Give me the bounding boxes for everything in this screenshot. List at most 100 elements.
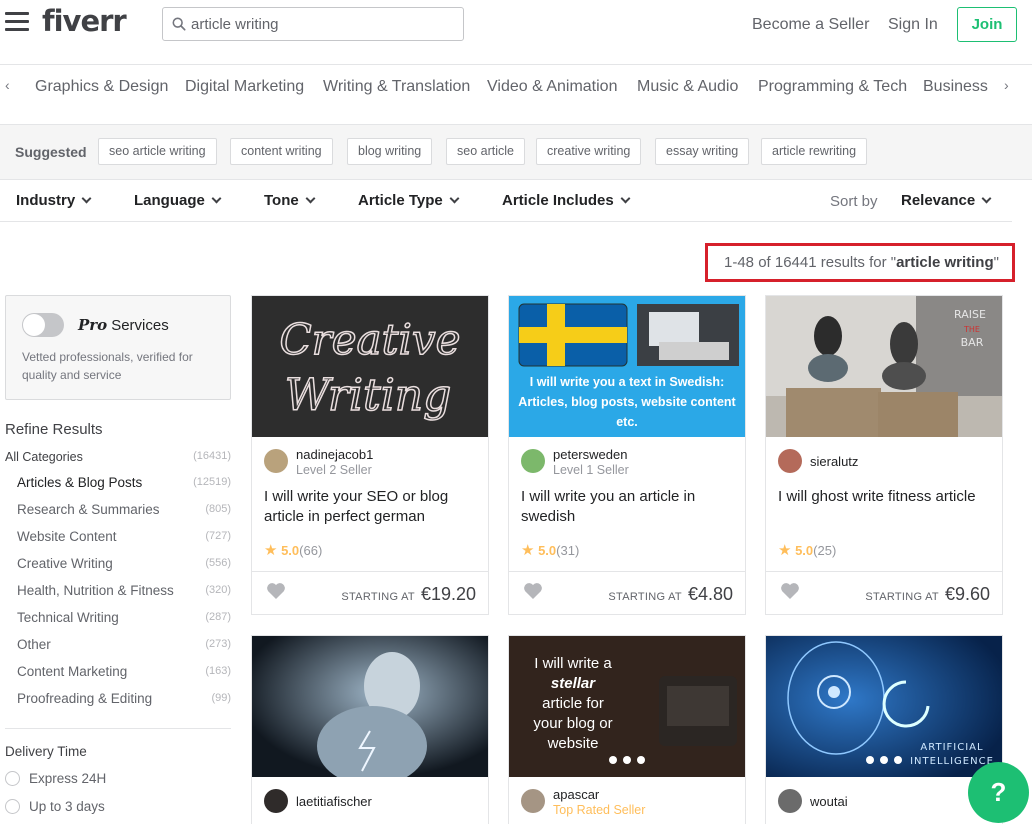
refine-item[interactable]: Creative Writing (556) [17,556,231,571]
refine-item[interactable]: Research & Summaries (805) [17,502,231,517]
category-digital-marketing[interactable]: Digital Marketing [185,78,304,96]
seller-name[interactable]: laetitiafischer [296,794,372,809]
refine-count: (99) [211,692,231,704]
refine-item[interactable]: Health, Nutrition & Fitness (320) [17,583,231,598]
seller-name[interactable]: woutai [810,794,848,809]
refine-label: Content Marketing [17,664,128,679]
radio-button[interactable] [5,799,20,814]
suggested-tag[interactable]: blog writing [347,138,433,165]
seller-level: Level 1 Seller [553,463,629,477]
price-value: €9.60 [944,584,990,604]
gig-card[interactable]: RAISE THE BAR sieralutz I will ghost wri… [765,295,1003,615]
seller-name[interactable]: apascar [553,787,599,802]
sort-dropdown[interactable]: Relevance [901,192,992,209]
delivery-option-label: Up to 3 days [29,799,105,814]
gig-image[interactable]: I will write you a text in Swedish: Arti… [509,296,745,437]
sign-in-link[interactable]: Sign In [888,16,938,34]
avatar[interactable] [521,449,545,473]
gig-card[interactable]: laetitiafischer [251,635,489,824]
gig-price[interactable]: STARTING AT €19.20 [341,584,476,605]
gig-image-text: website [547,735,599,752]
become-seller-link[interactable]: Become a Seller [752,16,869,34]
category-music-audio[interactable]: Music & Audio [637,78,738,96]
refine-item[interactable]: Technical Writing (287) [17,610,231,625]
gig-image[interactable]: RAISE THE BAR [766,296,1002,437]
refine-count: (805) [205,503,231,515]
refine-item[interactable]: Other (273) [17,637,231,652]
suggested-tag[interactable]: seo article writing [98,138,217,165]
refine-item[interactable]: Proofreading & Editing (99) [17,691,231,706]
suggested-tag[interactable]: seo article [446,138,525,165]
gig-image[interactable]: Creative Writing [252,296,488,437]
carousel-dot[interactable] [609,756,617,764]
refine-item[interactable]: Content Marketing (163) [17,664,231,679]
category-business[interactable]: Business [923,78,988,96]
filter-article-type[interactable]: Article Type [358,192,460,209]
gig-title[interactable]: I will write your SEO or blog article in… [264,487,478,527]
join-button[interactable]: Join [957,7,1017,42]
gig-image-text: I will write you a text in Swedish: Arti… [518,375,736,429]
seller-name[interactable]: petersweden [553,447,627,462]
suggested-tag[interactable]: content writing [230,138,333,165]
category-video-animation[interactable]: Video & Animation [487,78,617,96]
refine-all-categories[interactable]: All Categories (16431) [5,449,231,464]
chevron-right-icon[interactable]: › [1004,77,1009,93]
refine-results-title: Refine Results [5,421,103,438]
avatar[interactable] [778,789,802,813]
heart-icon[interactable] [266,582,286,600]
search-bar[interactable] [162,7,464,41]
sort-value: Relevance [901,192,976,209]
radio-button[interactable] [5,771,20,786]
filter-tone[interactable]: Tone [264,192,316,209]
gig-price[interactable]: STARTING AT €9.60 [865,584,990,605]
gig-image[interactable]: ARTIFICIAL INTELLIGENCE [766,636,1002,777]
category-writing-translation[interactable]: Writing & Translation [323,78,470,96]
avatar[interactable] [778,449,802,473]
carousel-dot[interactable] [866,756,874,764]
refine-item[interactable]: Articles & Blog Posts (12519) [17,475,231,490]
menu-icon[interactable] [5,12,29,32]
category-graphics-design[interactable]: Graphics & Design [35,78,168,96]
category-programming-tech[interactable]: Programming & Tech [758,78,907,96]
avatar[interactable] [521,789,545,813]
gig-title[interactable]: I will write you an article in swedish [521,487,735,527]
suggested-tag[interactable]: essay writing [655,138,750,165]
avatar[interactable] [264,789,288,813]
carousel-dot[interactable] [894,756,902,764]
gig-image-text: RAISE [954,308,986,321]
gig-card[interactable]: I will write a stellar article for your … [508,635,746,824]
heart-icon[interactable] [523,582,543,600]
delivery-option[interactable]: Up to 3 days [5,799,105,814]
gig-title[interactable]: I will ghost write fitness article [778,487,992,507]
seller-name[interactable]: sieralutz [810,454,858,469]
carousel-dots[interactable] [766,751,1002,769]
help-button[interactable]: ? [968,762,1029,823]
filter-article-includes[interactable]: Article Includes [502,192,631,209]
carousel-dot[interactable] [623,756,631,764]
gig-card[interactable]: I will write you a text in Swedish: Arti… [508,295,746,615]
heart-icon[interactable] [780,582,800,600]
search-input[interactable] [191,9,459,39]
carousel-dot[interactable] [880,756,888,764]
chevron-left-icon[interactable]: ‹ [5,77,10,93]
starting-at-label: STARTING AT [341,591,415,603]
pro-services-toggle[interactable] [22,313,64,337]
suggested-tag[interactable]: article rewriting [761,138,868,165]
carousel-dot[interactable] [637,756,645,764]
gig-image[interactable] [252,636,488,777]
gig-price[interactable]: STARTING AT €4.80 [608,584,733,605]
seller-name[interactable]: nadinejacob1 [296,447,373,462]
rating-count: (25) [813,543,837,558]
filter-language[interactable]: Language [134,192,222,209]
filter-industry[interactable]: Industry [16,192,92,209]
gig-rating: ★ 5.0(31) [521,541,579,559]
avatar[interactable] [264,449,288,473]
gig-card[interactable]: Creative Writing nadinejacob1 Level 2 Se… [251,295,489,615]
suggested-tag[interactable]: creative writing [536,138,642,165]
carousel-dots[interactable] [509,751,745,769]
gig-image[interactable]: I will write a stellar article for your … [509,636,745,777]
refine-item[interactable]: Website Content (727) [17,529,231,544]
fiverr-logo[interactable]: fiverr [42,4,127,38]
starting-at-label: STARTING AT [865,591,939,603]
delivery-option[interactable]: Express 24H [5,771,106,786]
